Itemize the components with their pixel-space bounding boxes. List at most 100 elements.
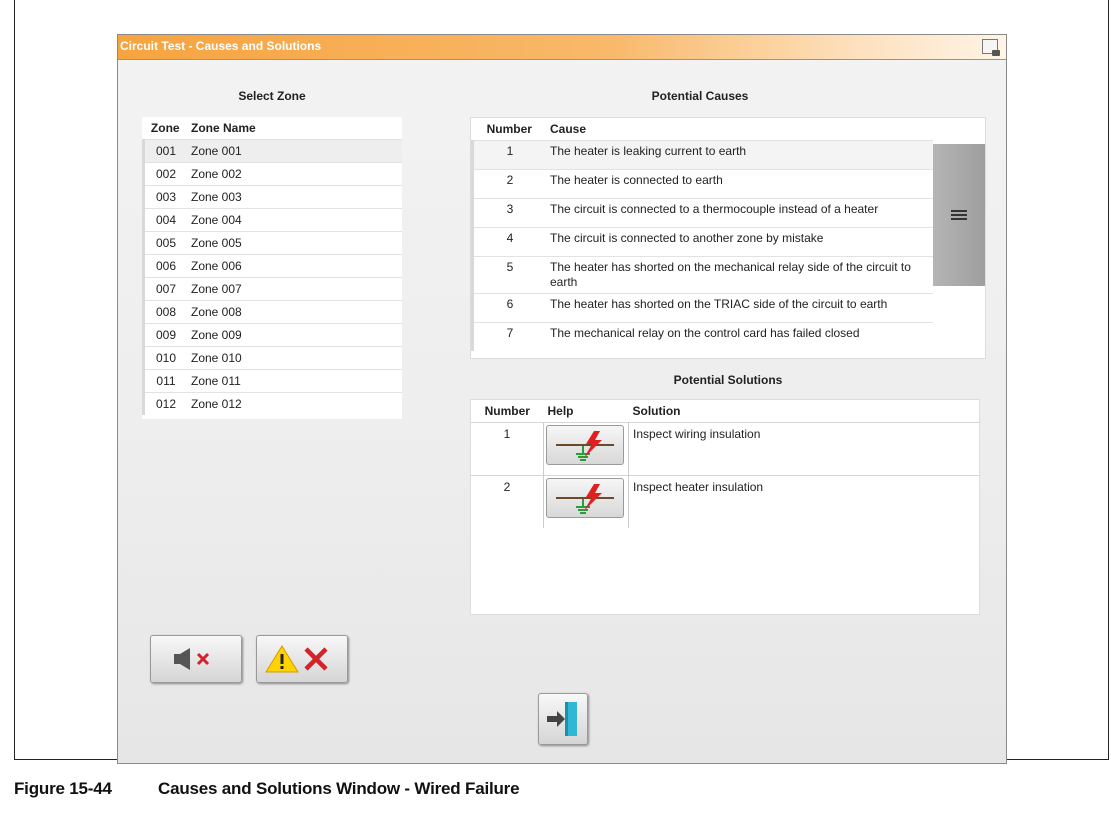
cause-column-header: Cause	[546, 118, 933, 141]
zone-row[interactable]: 012 Zone 012	[142, 392, 402, 415]
zone-name: Zone 012	[187, 392, 402, 415]
solution-text: Inspect wiring insulation	[628, 422, 979, 476]
zone-name: Zone 003	[187, 185, 402, 209]
solutions-table-header: Number Help Solution	[471, 400, 979, 423]
zone-name: Zone 010	[187, 346, 402, 370]
solution-row: 1 Inspect wiring insulation	[471, 422, 979, 476]
zone-number: 007	[142, 277, 187, 301]
cause-number-column-header: Number	[472, 118, 546, 141]
zone-number: 012	[142, 392, 187, 415]
zone-table-header: Zone Zone Name	[143, 117, 402, 140]
zone-name: Zone 006	[187, 254, 402, 278]
zone-row[interactable]: 007 Zone 007	[142, 277, 402, 301]
zone-name: Zone 004	[187, 208, 402, 232]
help-cell	[543, 422, 629, 476]
select-zone-heading: Select Zone	[238, 89, 306, 103]
zone-number: 003	[142, 185, 187, 209]
solution-number: 2	[471, 475, 544, 528]
zone-row[interactable]: 009 Zone 009	[142, 323, 402, 347]
cause-number: 2	[471, 169, 546, 199]
solutions-table: Number Help Solution 1 Inspect wiring ins…	[471, 400, 979, 528]
solution-number-column-header: Number	[471, 400, 544, 423]
cause-number: 3	[471, 198, 546, 228]
zone-name: Zone 007	[187, 277, 402, 301]
solution-column-header: Solution	[628, 400, 979, 423]
zone-name-column-header: Zone Name	[187, 117, 402, 140]
cause-row[interactable]: 2 The heater is connected to earth	[471, 169, 933, 199]
ground-fault-icon	[550, 428, 620, 465]
zone-name: Zone 001	[187, 139, 402, 163]
clear-alarm-button[interactable]	[256, 635, 348, 683]
mute-alarm-button[interactable]	[150, 635, 242, 683]
cause-row[interactable]: 5 The heater has shorted on the mechanica…	[471, 256, 933, 294]
cause-number: 7	[471, 322, 546, 351]
help-cell	[543, 475, 629, 528]
solutions-list-panel: Number Help Solution 1 Inspect wiring ins…	[470, 399, 980, 615]
causes-table: Number Cause 1 The heater is leaking curr…	[471, 118, 933, 351]
solution-number: 1	[471, 422, 544, 476]
cause-text: The mechanical relay on the control card…	[546, 322, 933, 351]
zone-name: Zone 008	[187, 300, 402, 324]
cause-number: 6	[471, 293, 546, 323]
menu-lines-icon	[951, 210, 967, 220]
cause-text: The circuit is connected to another zone…	[546, 227, 933, 257]
potential-solutions-heading: Potential Solutions	[673, 373, 783, 387]
zone-number: 010	[142, 346, 187, 370]
potential-causes-heading: Potential Causes	[651, 89, 749, 103]
causes-scrollbar[interactable]	[933, 144, 985, 358]
window-title: Circuit Test - Causes and Solutions	[120, 39, 322, 53]
causes-list-panel: Number Cause 1 The heater is leaking curr…	[470, 117, 986, 359]
zone-table: Zone Zone Name 001 Zone 001 002 Zone 002 003…	[142, 117, 402, 415]
zone-number: 004	[142, 208, 187, 232]
zone-number: 006	[142, 254, 187, 278]
help-column-header: Help	[543, 400, 629, 423]
figure-caption: Figure 15-44 Causes and Solutions Window …	[14, 779, 520, 799]
solution-text: Inspect heater insulation	[628, 475, 979, 528]
zone-row[interactable]: 001 Zone 001	[142, 139, 402, 163]
zone-name: Zone 005	[187, 231, 402, 255]
cause-row[interactable]: 4 The circuit is connected to another zon…	[471, 227, 933, 257]
title-bar: Circuit Test - Causes and Solutions	[118, 35, 1006, 60]
zone-row[interactable]: 005 Zone 005	[142, 231, 402, 255]
zone-row[interactable]: 002 Zone 002	[142, 162, 402, 186]
cause-row[interactable]: 6 The heater has shorted on the TRIAC sid…	[471, 293, 933, 323]
cause-text: The heater has shorted on the TRIAC side…	[546, 293, 933, 323]
zone-column-header: Zone	[143, 117, 187, 140]
exit-door-icon	[547, 702, 577, 736]
zone-name: Zone 011	[187, 369, 402, 393]
zone-row[interactable]: 006 Zone 006	[142, 254, 402, 278]
causes-solutions-window: Circuit Test - Causes and Solutions Sele…	[117, 34, 1007, 764]
zone-number: 001	[142, 139, 187, 163]
zone-row[interactable]: 004 Zone 004	[142, 208, 402, 232]
cause-text: The circuit is connected to a thermocoup…	[546, 198, 933, 228]
zone-number: 011	[142, 369, 187, 393]
cause-row[interactable]: 3 The circuit is connected to a thermocou…	[471, 198, 933, 228]
cause-row[interactable]: 7 The mechanical relay on the control car…	[471, 322, 933, 351]
zone-row[interactable]: 003 Zone 003	[142, 185, 402, 209]
zone-number: 005	[142, 231, 187, 255]
cause-number: 5	[471, 256, 546, 294]
zone-number: 008	[142, 300, 187, 324]
figure-number: Figure 15-44	[14, 779, 112, 798]
cause-text: The heater has shorted on the mechanical…	[546, 256, 933, 294]
help-button[interactable]	[546, 425, 624, 465]
zone-name: Zone 002	[187, 162, 402, 186]
scroll-thumb[interactable]	[933, 144, 985, 286]
cause-number: 4	[471, 227, 546, 257]
zone-name: Zone 009	[187, 323, 402, 347]
exit-button[interactable]	[538, 693, 588, 745]
cause-number: 1	[471, 140, 546, 170]
zone-row[interactable]: 008 Zone 008	[142, 300, 402, 324]
cause-text: The heater is connected to earth	[546, 169, 933, 199]
warning-clear-icon	[265, 645, 328, 673]
speaker-mute-icon	[174, 648, 210, 670]
figure-title: Causes and Solutions Window - Wired Fail…	[158, 779, 520, 798]
screenshot-icon[interactable]	[982, 39, 1000, 56]
help-button[interactable]	[546, 478, 624, 518]
zone-row[interactable]: 011 Zone 011	[142, 369, 402, 393]
zone-number: 002	[142, 162, 187, 186]
zone-row[interactable]: 010 Zone 010	[142, 346, 402, 370]
cause-row[interactable]: 1 The heater is leaking current to earth	[471, 140, 933, 170]
solution-row: 2 Inspect heater insulation	[471, 475, 979, 528]
cause-text: The heater is leaking current to earth	[546, 140, 933, 170]
